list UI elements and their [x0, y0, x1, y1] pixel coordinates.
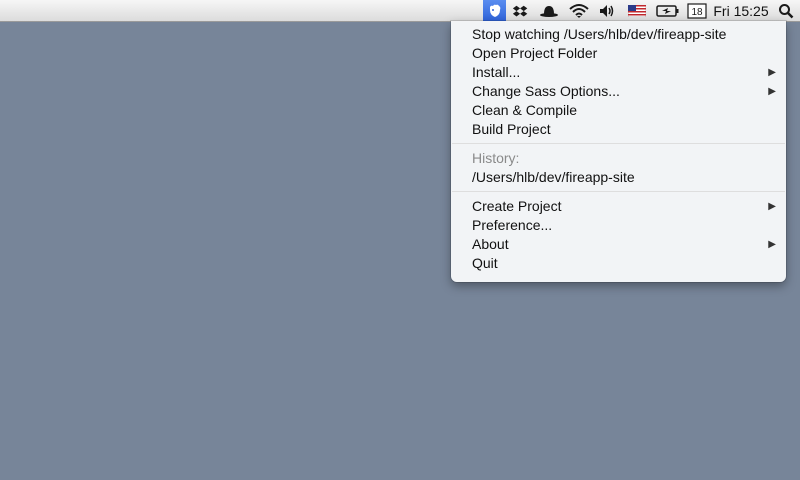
menu-item-preference[interactable]: Preference...	[451, 216, 786, 235]
menu-item-label: Create Project	[472, 198, 562, 214]
menu-item-label: Stop watching /Users/hlb/dev/fireapp-sit…	[472, 26, 727, 42]
battery-icon[interactable]	[652, 0, 684, 21]
menu-item-history-entry[interactable]: /Users/hlb/dev/fireapp-site	[451, 168, 786, 187]
menu-separator	[452, 191, 785, 192]
menu-item-create-project[interactable]: Create Project ▶	[451, 197, 786, 216]
bowler-hat-icon[interactable]	[534, 0, 564, 21]
calendar-date-text: 18	[691, 7, 703, 18]
dropbox-icon[interactable]	[506, 0, 534, 21]
history-header: History:	[472, 150, 520, 166]
clock-text: Fri 15:25	[713, 2, 769, 19]
menu-item-label: Change Sass Options...	[472, 83, 620, 99]
menu-item-label: Clean & Compile	[472, 102, 578, 118]
menu-item-label: Install...	[472, 64, 521, 80]
submenu-arrow-icon: ▶	[768, 86, 776, 97]
menu-item-label: Quit	[472, 255, 498, 271]
calendar-icon[interactable]: 18	[684, 0, 710, 21]
submenu-arrow-icon: ▶	[768, 239, 776, 250]
menu-separator	[452, 143, 785, 144]
wifi-icon[interactable]	[564, 0, 594, 21]
menu-item-install[interactable]: Install... ▶	[451, 63, 786, 82]
menu-item-label: Open Project Folder	[472, 45, 598, 61]
menu-item-label: /Users/hlb/dev/fireapp-site	[472, 169, 635, 185]
us-flag-icon[interactable]	[622, 0, 652, 21]
clock[interactable]: Fri 15:25	[710, 0, 772, 21]
search-icon[interactable]	[772, 0, 800, 21]
volume-icon[interactable]	[594, 0, 622, 21]
menu-item-about[interactable]: About ▶	[451, 235, 786, 254]
status-area: 18 Fri 15:25	[483, 0, 800, 21]
menu-item-change-sass-options[interactable]: Change Sass Options... ▶	[451, 82, 786, 101]
submenu-arrow-icon: ▶	[768, 201, 776, 212]
menu-item-clean-compile[interactable]: Clean & Compile	[451, 101, 786, 120]
menu-item-stop-watching[interactable]: Stop watching /Users/hlb/dev/fireapp-sit…	[451, 25, 786, 44]
fireapp-dropdown-menu: Stop watching /Users/hlb/dev/fireapp-sit…	[451, 21, 786, 282]
submenu-arrow-icon: ▶	[768, 67, 776, 78]
menu-item-label: About	[472, 236, 509, 252]
menu-bar: 18 Fri 15:25	[0, 0, 800, 22]
menu-item-quit[interactable]: Quit	[451, 254, 786, 273]
fireapp-icon[interactable]	[483, 0, 506, 21]
menu-item-build-project[interactable]: Build Project	[451, 120, 786, 139]
menu-item-open-project-folder[interactable]: Open Project Folder	[451, 44, 786, 63]
menu-item-label: Build Project	[472, 121, 551, 137]
menu-item-label: Preference...	[472, 217, 553, 233]
